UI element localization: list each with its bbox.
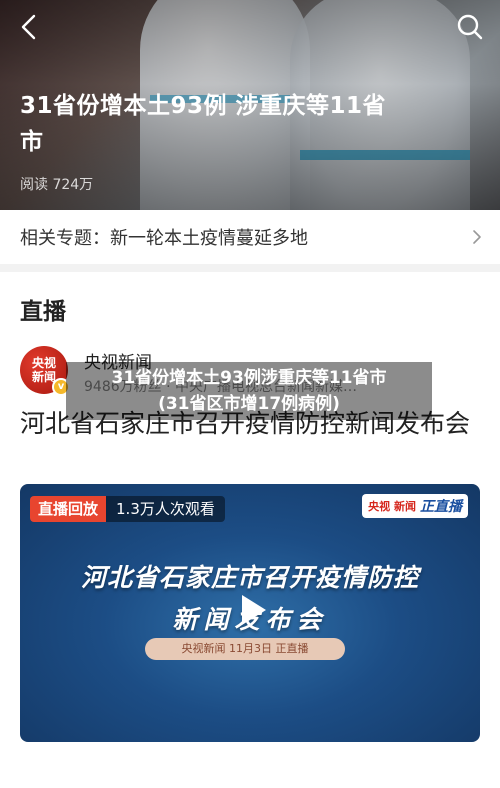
related-topic-link[interactable]: 新一轮本土疫情蔓延多地 xyxy=(110,224,308,250)
search-button[interactable] xyxy=(454,10,486,44)
section-heading: 直播 xyxy=(20,299,66,325)
back-icon xyxy=(21,14,36,40)
related-topic-label: 相关专题： xyxy=(20,228,110,249)
channel-logo-text: 央视 新闻 xyxy=(368,500,416,513)
hero-banner: 31省份增本土93例 涉重庆等11省市 阅读 724万 xyxy=(0,0,500,210)
live-logo-text: 正直播 xyxy=(420,499,462,515)
video-title-line1: 河北省石家庄市召开疫情防控 xyxy=(80,563,419,592)
channel-logo: 央视 新闻 正直播 xyxy=(362,494,468,518)
back-button[interactable] xyxy=(14,10,44,44)
search-icon xyxy=(457,14,483,40)
related-topic-row[interactable]: 相关专题： 新一轮本土疫情蔓延多地 xyxy=(0,210,500,264)
video-info-pill: 央视新闻 11月3日 正直播 xyxy=(145,638,345,660)
replay-tag: 直播回放 1.3万人次观看 xyxy=(30,496,225,522)
replay-label: 直播回放 xyxy=(30,496,107,522)
read-count: 阅读 724万 xyxy=(20,177,94,193)
chevron-right-icon xyxy=(473,230,481,244)
avatar-text: 央视 xyxy=(31,356,56,370)
viewer-count: 1.3万人次观看 xyxy=(106,496,225,522)
caption-line2: (31省区市增17例病例) xyxy=(158,394,340,414)
page-title: 31省份增本土93例 涉重庆等11省市 xyxy=(20,93,387,155)
caption-line1: 31省份增本土93例涉重庆等11省市 xyxy=(111,368,387,388)
play-icon[interactable] xyxy=(232,590,272,630)
video-player[interactable]: 直播回放 1.3万人次观看 央视 新闻 正直播 河北省石家庄市召开疫情防控 新闻… xyxy=(20,484,480,742)
overlay-caption: 31省份增本土93例涉重庆等11省市 (31省区市增17例病例) xyxy=(66,362,432,420)
